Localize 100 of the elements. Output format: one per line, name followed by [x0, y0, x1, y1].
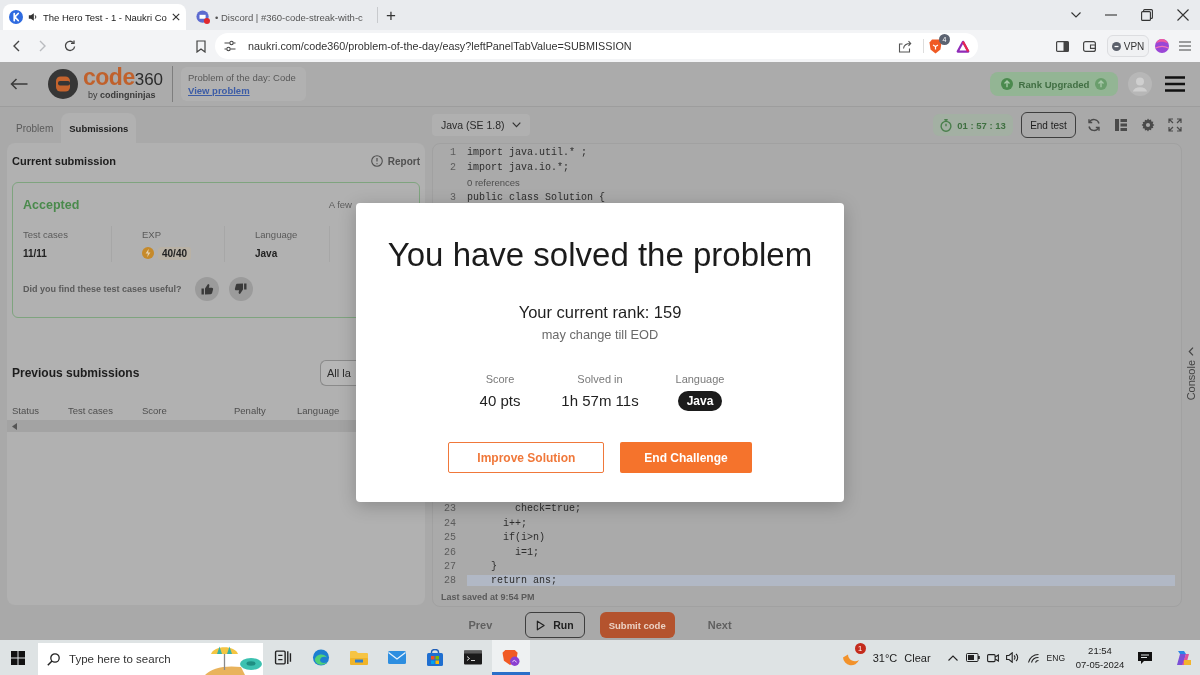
last-saved-text: Last saved at 9:54 PM [441, 591, 535, 604]
end-test-button[interactable]: End test [1021, 112, 1076, 138]
column-header: Score [142, 404, 168, 416]
code-lens-text[interactable]: 0 references [467, 177, 520, 188]
minus-circle-icon [1111, 41, 1121, 51]
lion-shield-icon[interactable] [929, 38, 942, 54]
chevron-left-icon [1188, 347, 1194, 356]
rank-note: may change till EOD [541, 326, 659, 344]
clock-date[interactable]: 07-05-2024 [1075, 657, 1125, 672]
stat-label: Score [485, 372, 515, 387]
line-number: 24 [443, 517, 456, 529]
back-arrow-icon[interactable] [10, 78, 28, 90]
folder-icon [350, 649, 368, 666]
problem-title: Problem of the day: Code [188, 72, 296, 83]
language-filter-dropdown[interactable]: All la [320, 360, 357, 386]
battery-icon[interactable] [965, 653, 980, 662]
line-number: 1 [449, 147, 456, 158]
lion-icon [502, 649, 520, 666]
dialog-title: You have solved the problem [387, 236, 813, 274]
browser-tab[interactable]: • Discord | #360-code-streak-with-c [190, 4, 373, 30]
stat-label: EXP [142, 228, 161, 242]
console-tab[interactable]: Console [1185, 347, 1197, 401]
browser-tab[interactable]: The Hero Test - 1 - Naukri Co [3, 4, 186, 30]
language-dropdown[interactable]: Java (SE 1.8) [432, 114, 530, 136]
search-field[interactable]: Type here to search [38, 643, 263, 675]
profile-avatar-icon[interactable] [1155, 39, 1169, 53]
rank-text: Your current rank: 159 [518, 302, 682, 322]
submit-button[interactable]: Submit code [599, 612, 675, 638]
start-icon[interactable] [11, 650, 25, 665]
expand-icon[interactable] [1168, 118, 1182, 132]
url-text[interactable]: naukri.com/code360/problem-of-the-day/easy?leftPanelTabValue=SUBMISSION [248, 40, 632, 52]
back-icon[interactable] [11, 40, 21, 52]
temperature-text[interactable]: 31°C [872, 651, 898, 664]
menu-icon[interactable] [1165, 76, 1185, 92]
line-number: 26 [443, 546, 456, 558]
stat-label: Language [255, 228, 298, 242]
triangle-icon[interactable] [956, 39, 970, 53]
stat-value: 1h 57m 11s [561, 391, 639, 411]
reload-icon[interactable] [64, 40, 76, 52]
speaker-icon[interactable] [28, 12, 38, 22]
thumbs-up-icon[interactable] [194, 277, 219, 301]
code-line: public class Solution { [467, 192, 606, 203]
gradient-app-icon[interactable] [1175, 649, 1191, 666]
report-button[interactable]: Report [370, 155, 420, 167]
layout-icon[interactable] [1114, 118, 1128, 132]
line-number: 25 [443, 532, 456, 544]
clock-time[interactable]: 21:54 [1088, 643, 1112, 658]
wallet-icon[interactable] [1083, 40, 1096, 52]
timer-text: 01 : 57 : 13 [957, 119, 1006, 131]
code-line: } [490, 560, 497, 572]
code-line: check=true; [514, 503, 582, 515]
section-title: Current submission [12, 155, 116, 167]
info-icon [370, 155, 383, 167]
panel-tab[interactable]: Submissions [61, 113, 137, 143]
stat-value: Java [255, 247, 278, 259]
tune-icon[interactable] [224, 40, 236, 52]
code-line: i=1; [514, 546, 539, 558]
column-header: Language [297, 404, 340, 416]
close-icon[interactable] [171, 13, 180, 21]
line-number: 23 [443, 503, 456, 515]
sidebar-icon[interactable] [1056, 40, 1069, 52]
input-language-text[interactable]: ENG [1046, 652, 1065, 663]
run-button[interactable]: Run [525, 612, 585, 638]
refresh-icon[interactable] [1087, 118, 1101, 132]
arrow-up-circle-icon [1095, 78, 1108, 90]
column-header: Status [12, 404, 40, 416]
line-number: 3 [449, 192, 456, 203]
speaker-icon[interactable] [1005, 652, 1019, 663]
language-tag: Java [677, 391, 723, 411]
brand-number: 360 [134, 70, 164, 90]
feedback-question: Did you find these test cases useful? [23, 284, 182, 294]
chevron-up-icon[interactable] [947, 654, 958, 661]
close-icon[interactable] [1177, 9, 1189, 21]
settings-icon[interactable] [1141, 118, 1155, 132]
section-title: Previous submissions [12, 366, 140, 380]
code-line: import java.io.*; [467, 162, 570, 173]
wifi-icon[interactable] [1026, 652, 1039, 663]
thumbs-down-icon[interactable] [228, 277, 253, 301]
task-view-icon [274, 649, 292, 666]
share-icon[interactable] [898, 39, 912, 53]
bookmark-icon[interactable] [196, 39, 206, 53]
weather-condition-text[interactable]: Clear [904, 651, 931, 664]
code-line: i++; [502, 517, 527, 529]
vpn-button[interactable]: VPN [1107, 35, 1149, 57]
restore-icon[interactable] [1141, 9, 1153, 21]
terminal-icon [464, 649, 482, 666]
chevron-down-icon[interactable] [1071, 12, 1081, 18]
status-text: Accepted [23, 197, 80, 212]
search-icon [47, 652, 60, 666]
line-number: 27 [443, 560, 456, 572]
camera-icon[interactable] [986, 651, 999, 664]
notification-icon[interactable] [1138, 650, 1152, 665]
brand-name: code [83, 67, 135, 87]
stat-label: Language [675, 372, 725, 387]
caret-left-icon[interactable] [12, 422, 17, 430]
line-number: 2 [449, 162, 456, 173]
stat-label: Solved in [577, 372, 623, 387]
new-tab-button[interactable]: + [384, 6, 398, 24]
stat-value: 40 pts [479, 391, 521, 411]
column-header: Test cases [68, 404, 114, 416]
